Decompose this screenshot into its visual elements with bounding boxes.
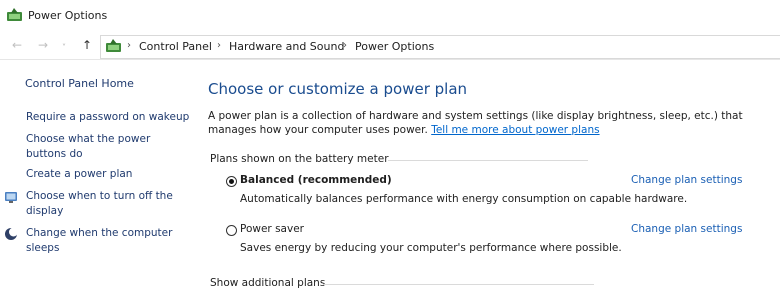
power-saver-plan-radio[interactable] xyxy=(226,225,237,236)
display-timer-icon xyxy=(5,192,17,203)
group-divider xyxy=(388,160,588,161)
breadcrumb-power-options[interactable]: Power Options xyxy=(355,40,434,53)
sidebar-item-power-buttons[interactable]: Choose what the power buttons do xyxy=(26,132,191,162)
sidebar-control-panel-home[interactable]: Control Panel Home xyxy=(25,77,134,90)
window-title: Power Options xyxy=(28,9,108,22)
power-saver-plan-name[interactable]: Power saver xyxy=(240,223,304,235)
sidebar-item-create-plan[interactable]: Create a power plan xyxy=(26,167,191,182)
plan-description: A power plan is a collection of hardware… xyxy=(208,109,768,137)
battery-meter-group-label: Plans shown on the battery meter xyxy=(210,153,389,165)
back-arrow-icon[interactable]: ← xyxy=(12,37,22,53)
title-bar: Power Options xyxy=(0,0,780,30)
sidebar-item-display-off[interactable]: Choose when to turn off the display xyxy=(26,189,191,219)
breadcrumb-separator: › xyxy=(217,40,221,51)
page-title: Choose or customize a power plan xyxy=(208,80,468,98)
power-options-app-icon xyxy=(7,8,22,21)
navigation-bar: ← → ˅ ↑ › Control Panel › Hardware and S… xyxy=(0,33,780,60)
tell-me-more-link[interactable]: Tell me more about power plans xyxy=(431,124,599,136)
balanced-plan-name[interactable]: Balanced (recommended) xyxy=(240,174,392,186)
power-saver-change-plan-settings-link[interactable]: Change plan settings xyxy=(631,223,742,235)
power-saver-plan-description: Saves energy by reducing your computer's… xyxy=(240,242,622,254)
sleep-moon-icon xyxy=(5,227,18,240)
forward-arrow-icon[interactable]: → xyxy=(38,37,48,53)
sidebar: Control Panel Home Require a password on… xyxy=(0,60,192,293)
balanced-plan-description: Automatically balances performance with … xyxy=(240,193,688,205)
breadcrumb-separator: › xyxy=(343,40,347,51)
control-panel-icon xyxy=(106,39,121,52)
breadcrumb-control-panel[interactable]: Control Panel xyxy=(139,40,212,53)
up-arrow-icon[interactable]: ↑ xyxy=(82,37,92,53)
sidebar-item-require-password[interactable]: Require a password on wakeup xyxy=(26,110,191,125)
balanced-plan-radio[interactable] xyxy=(226,176,237,187)
breadcrumb-hardware-and-sound[interactable]: Hardware and Sound xyxy=(229,40,344,53)
group-divider xyxy=(324,284,594,285)
balanced-change-plan-settings-link[interactable]: Change plan settings xyxy=(631,174,742,186)
sidebar-item-computer-sleeps[interactable]: Change when the computer sleeps xyxy=(26,226,191,256)
show-additional-plans-toggle[interactable]: Show additional plans xyxy=(210,277,325,289)
recent-locations-chevron-icon[interactable]: ˅ xyxy=(62,40,66,56)
address-bar[interactable]: › Control Panel › Hardware and Sound › P… xyxy=(100,35,780,59)
main-content: Choose or customize a power plan A power… xyxy=(192,60,780,293)
breadcrumb-separator: › xyxy=(127,40,131,51)
